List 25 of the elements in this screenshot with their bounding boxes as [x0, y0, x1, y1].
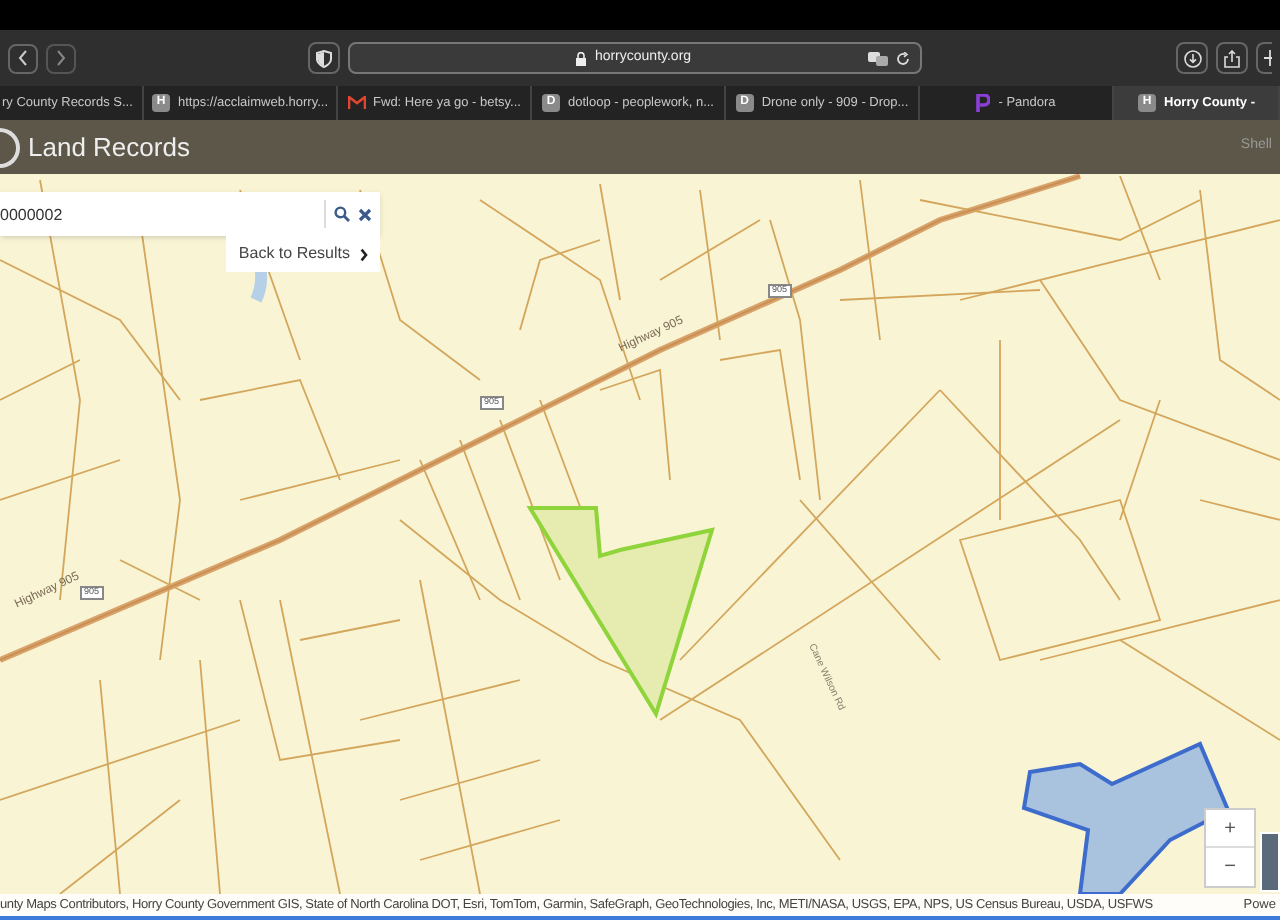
p-logo-icon — [976, 94, 991, 112]
close-icon[interactable] — [358, 207, 372, 221]
lock-icon — [576, 51, 587, 65]
header-title: Land Records — [28, 129, 190, 166]
download-button[interactable] — [1176, 42, 1208, 74]
forward-button[interactable] — [46, 43, 76, 73]
back-button[interactable] — [8, 43, 38, 73]
share-button[interactable] — [1216, 42, 1248, 74]
share-icon — [1224, 49, 1240, 67]
privacy-button[interactable] — [307, 42, 339, 74]
envelope-icon — [347, 96, 366, 110]
chevron-right-icon — [56, 50, 66, 66]
chevron-left-icon — [18, 50, 28, 66]
back-to-results-link[interactable]: Back to Results — [226, 236, 380, 272]
chevron-right-icon — [360, 247, 368, 261]
logo-icon — [0, 127, 20, 167]
search-icon[interactable] — [334, 206, 350, 222]
zoom-out-button[interactable]: − — [1206, 848, 1254, 886]
shield-icon — [315, 49, 331, 67]
new-tab-button[interactable] — [1256, 42, 1272, 74]
plus-icon — [1264, 50, 1272, 66]
reload-icon — [895, 52, 909, 66]
basemap-thumbnail[interactable] — [1260, 832, 1280, 892]
download-icon — [1183, 49, 1201, 67]
zoom-in-button[interactable]: + — [1206, 810, 1254, 848]
